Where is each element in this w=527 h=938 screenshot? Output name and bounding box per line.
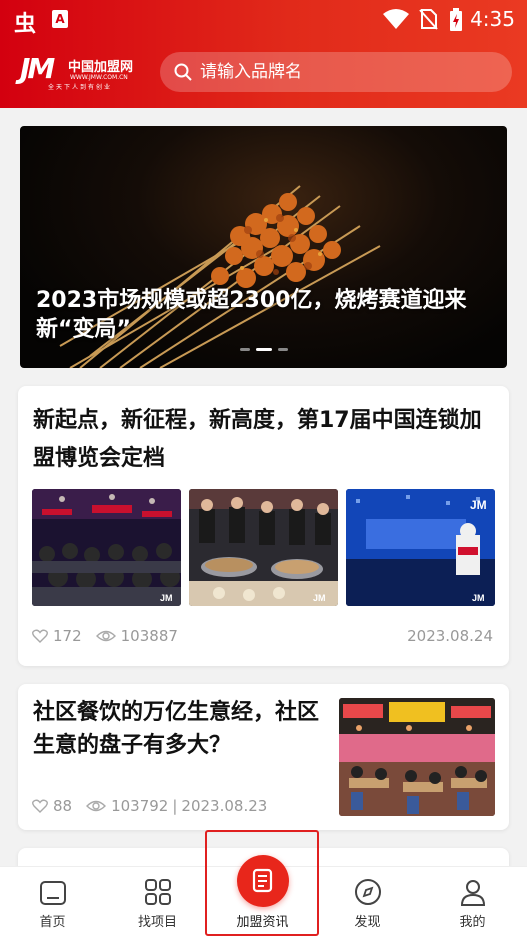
eye-icon [86, 800, 107, 812]
home-icon [39, 881, 66, 905]
bottom-tab-bar: 首页 找项目 加盟资讯 发现 我的 [0, 855, 527, 938]
tab-profile[interactable]: 我的 [420, 867, 525, 938]
tab-home[interactable]: 首页 [0, 867, 105, 938]
battery-charging-icon [450, 8, 462, 31]
no-sim-icon [419, 9, 438, 30]
news-icon [252, 868, 272, 893]
search-input[interactable] [200, 62, 490, 82]
app-badge-icon: A [52, 10, 68, 28]
carousel-dot-active [256, 348, 272, 351]
search-bar[interactable] [160, 52, 512, 92]
tab-label: 发现 [354, 915, 381, 930]
article-date: 2023.08.24 [407, 627, 493, 645]
compass-icon [354, 879, 381, 905]
expo-stage-photo: JM JM [346, 489, 495, 606]
article-images: JM JM JM JM [32, 489, 495, 606]
user-icon [460, 880, 485, 906]
food-court-photo [339, 698, 495, 816]
logo-name: 中国加盟网 [68, 60, 134, 75]
logo-slogan: 全天下人到有创业 [48, 84, 113, 91]
article-card[interactable]: 新起点，新征程，新高度，第17届中国连锁加盟博览会定档 JM JM JM JM … [18, 386, 509, 666]
article-title: 社区餐饮的万亿生意经，社区生意的盘子有多大？ [33, 700, 320, 758]
carousel-indicator [240, 348, 288, 351]
heart-icon [32, 799, 48, 813]
like-count[interactable]: 88 [32, 797, 72, 815]
carousel-dot [278, 348, 288, 351]
status-bar: 虫 A 4:35 [0, 0, 527, 38]
article-title: 新起点，新征程，新高度，第17届中国连锁加盟博览会定档 [33, 408, 482, 471]
logo-mark: JM [20, 52, 55, 85]
app-header: 虫 A 4:35 JM 中国加盟网 WWW.JMW.COM.CN 全天下人到有创… [0, 0, 527, 108]
tab-franchise-news[interactable]: 加盟资讯 [210, 855, 315, 938]
tab-find-projects[interactable]: 找项目 [105, 867, 210, 938]
app-notification-icon: 虫 [14, 12, 37, 37]
brand-logo[interactable]: JM 中国加盟网 WWW.JMW.COM.CN 全天下人到有创业 [20, 52, 144, 92]
logo-url: WWW.JMW.COM.CN [70, 74, 128, 81]
search-icon [174, 63, 192, 81]
tab-label: 我的 [459, 915, 486, 930]
hero-banner[interactable]: 2023市场规模或超2300亿，烧烤赛道迎来新“变局” [20, 126, 507, 368]
like-count[interactable]: 172 [32, 627, 82, 645]
tab-discover[interactable]: 发现 [315, 867, 420, 938]
carousel-dot [240, 348, 250, 351]
svg-text:JM: JM [313, 593, 326, 603]
article-stats: 88 103792 | 2023.08.23 [32, 797, 267, 815]
eye-icon [95, 630, 116, 642]
svg-text:JM: JM [472, 593, 485, 603]
article-date: 2023.08.23 [181, 797, 268, 815]
heart-icon [32, 629, 48, 643]
expo-audience-photo: JM [32, 489, 181, 606]
meta-separator: | [172, 797, 178, 815]
wifi-icon [383, 9, 409, 29]
view-count: 103792 [86, 797, 168, 815]
article-card[interactable]: 社区餐饮的万亿生意经，社区生意的盘子有多大？ 88 103792 | 2023.… [18, 684, 509, 830]
view-count: 103887 [95, 627, 178, 645]
status-time: 4:35 [470, 7, 515, 31]
tab-label: 找项目 [137, 915, 177, 930]
svg-text:JM: JM [470, 498, 487, 512]
svg-text:JM: JM [160, 593, 173, 603]
tab-label: 加盟资讯 [236, 915, 289, 930]
banner-title: 2023市场规模或超2300亿，烧烤赛道迎来新“变局” [36, 288, 467, 342]
active-tab-bubble [236, 855, 289, 907]
cooking-demo-photo: JM [189, 489, 338, 606]
tab-label: 首页 [39, 915, 66, 930]
grid-icon [144, 879, 171, 905]
article-stats: 172 103887 [32, 627, 192, 645]
